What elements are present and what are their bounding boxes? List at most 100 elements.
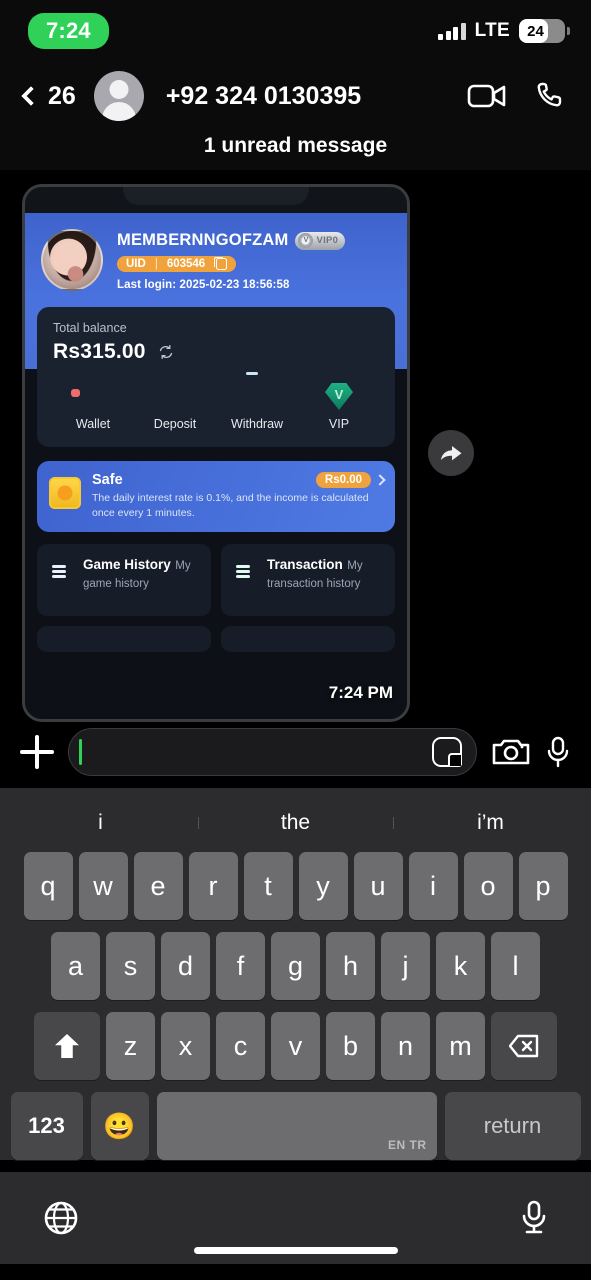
unread-divider: 1 unread message xyxy=(0,130,591,170)
key-g[interactable]: g xyxy=(271,932,320,1000)
tile-transaction[interactable]: Transaction My transaction history xyxy=(221,544,395,617)
globe-icon[interactable] xyxy=(42,1199,80,1237)
suggestion-item[interactable]: i’m xyxy=(393,811,588,835)
quick-actions-row: Wallet Deposit Withdraw V VIP xyxy=(53,380,379,431)
sticker-icon[interactable] xyxy=(432,737,462,767)
menu-tiles-row-partial xyxy=(37,626,395,653)
key-m[interactable]: m xyxy=(436,1012,485,1080)
status-time: 7:24 xyxy=(28,13,109,49)
key-i[interactable]: i xyxy=(408,852,458,920)
key-t[interactable]: t xyxy=(243,852,293,920)
text-cursor xyxy=(79,739,82,765)
on-screen-keyboard: i the i’m q w e r t y u i o p a s d f g … xyxy=(0,788,591,1160)
uid-label: UID xyxy=(126,258,146,270)
contact-name[interactable]: +92 324 0130395 xyxy=(166,82,457,111)
quick-action-wallet[interactable]: Wallet xyxy=(59,380,127,431)
numbers-key[interactable]: 123 xyxy=(10,1092,83,1160)
quick-action-vip[interactable]: V VIP xyxy=(305,380,373,431)
forward-arrow-icon[interactable] xyxy=(428,430,474,476)
quick-action-label: Wallet xyxy=(75,417,111,431)
key-z[interactable]: z xyxy=(106,1012,155,1080)
contact-avatar[interactable] xyxy=(93,71,144,121)
key-s[interactable]: s xyxy=(106,932,155,1000)
space-key[interactable]: EN TR xyxy=(156,1092,437,1160)
profile-username: MEMBERNNGOFZAM xyxy=(117,231,289,249)
backspace-icon[interactable] xyxy=(491,1012,557,1080)
key-b[interactable]: b xyxy=(326,1012,375,1080)
quick-action-label: Withdraw xyxy=(230,417,284,431)
refresh-icon[interactable] xyxy=(158,344,174,360)
wallet-icon xyxy=(77,380,109,410)
copy-icon[interactable] xyxy=(213,256,228,270)
keyboard-bottom-bar xyxy=(0,1172,591,1264)
home-indicator xyxy=(193,1247,398,1254)
battery-icon: 24 xyxy=(519,19,570,43)
signal-bars-icon xyxy=(438,22,466,40)
key-v[interactable]: v xyxy=(271,1012,320,1080)
vip-gem-icon: V xyxy=(323,380,355,410)
key-r[interactable]: r xyxy=(188,852,238,920)
tile-partial[interactable] xyxy=(221,626,395,653)
image-message-bubble[interactable]: MEMBERNNGOFZAM V VIP0 UID | 603546 Last … xyxy=(22,184,410,722)
dictation-microphone-icon[interactable] xyxy=(519,1199,549,1237)
conversation-area: MEMBERNNGOFZAM V VIP0 UID | 603546 Last … xyxy=(0,170,591,722)
tile-partial[interactable] xyxy=(37,626,211,653)
quick-action-withdraw[interactable]: Withdraw xyxy=(223,380,291,431)
back-button[interactable]: 26 xyxy=(21,82,76,111)
tile-game-history[interactable]: Game History My game history xyxy=(37,544,211,617)
key-j[interactable]: j xyxy=(381,932,430,1000)
key-o[interactable]: o xyxy=(463,852,513,920)
key-x[interactable]: x xyxy=(161,1012,210,1080)
safe-card[interactable]: Safe The daily interest rate is 0.1%, an… xyxy=(37,461,395,533)
key-e[interactable]: e xyxy=(133,852,183,920)
status-indicators: LTE 24 xyxy=(438,19,570,43)
key-w[interactable]: w xyxy=(78,852,128,920)
key-f[interactable]: f xyxy=(216,932,265,1000)
key-p[interactable]: p xyxy=(518,852,568,920)
phone-icon[interactable] xyxy=(535,80,567,112)
key-h[interactable]: h xyxy=(326,932,375,1000)
shared-app-screenshot: MEMBERNNGOFZAM V VIP0 UID | 603546 Last … xyxy=(25,213,407,719)
battery-percent-label: 24 xyxy=(527,22,544,40)
profile-block: MEMBERNNGOFZAM V VIP0 UID | 603546 Last … xyxy=(41,229,391,291)
user-photo-avatar xyxy=(41,229,103,291)
withdraw-card-icon xyxy=(241,380,273,410)
video-camera-icon[interactable] xyxy=(467,82,507,110)
balance-amount: Rs315.00 xyxy=(53,340,146,363)
safe-coin-icon xyxy=(49,477,81,509)
safe-amount-group: Rs0.00 xyxy=(315,472,386,488)
quick-action-label: VIP xyxy=(328,417,350,431)
keyboard-language-label: EN TR xyxy=(388,1138,427,1152)
quick-action-deposit[interactable]: Deposit xyxy=(141,380,209,431)
camera-icon[interactable] xyxy=(491,736,531,768)
suggestion-item[interactable]: i xyxy=(3,811,198,835)
key-k[interactable]: k xyxy=(436,932,485,1000)
uid-separator: | xyxy=(154,258,158,270)
nav-actions xyxy=(467,80,567,112)
keyboard-row-3: z x c v b n m xyxy=(3,1012,588,1080)
key-l[interactable]: l xyxy=(491,932,540,1000)
vip-medal-icon: V xyxy=(298,233,314,248)
game-history-doc-icon xyxy=(47,558,73,588)
key-a[interactable]: a xyxy=(51,932,100,1000)
key-n[interactable]: n xyxy=(381,1012,430,1080)
vip-badge-label: VIP0 xyxy=(316,235,339,246)
key-d[interactable]: d xyxy=(161,932,210,1000)
return-key[interactable]: return xyxy=(444,1092,581,1160)
plus-icon[interactable] xyxy=(20,735,54,769)
key-q[interactable]: q xyxy=(23,852,73,920)
key-c[interactable]: c xyxy=(216,1012,265,1080)
message-row: MEMBERNNGOFZAM V VIP0 UID | 603546 Last … xyxy=(0,184,591,722)
microphone-icon[interactable] xyxy=(545,736,571,768)
deposit-icon xyxy=(159,380,191,410)
keyboard-row-2: a s d f g h j k l xyxy=(3,932,588,1000)
uid-badge[interactable]: UID | 603546 xyxy=(117,256,237,272)
shift-arrow-icon[interactable] xyxy=(34,1012,100,1080)
message-input-field[interactable] xyxy=(68,728,477,776)
screenshot-notch xyxy=(25,187,407,213)
key-u[interactable]: u xyxy=(353,852,403,920)
emoji-smiley-icon[interactable]: 😀 xyxy=(90,1092,149,1160)
key-y[interactable]: y xyxy=(298,852,348,920)
suggestion-item[interactable]: the xyxy=(198,811,393,835)
menu-tiles-row: Game History My game history Transaction… xyxy=(37,544,395,617)
